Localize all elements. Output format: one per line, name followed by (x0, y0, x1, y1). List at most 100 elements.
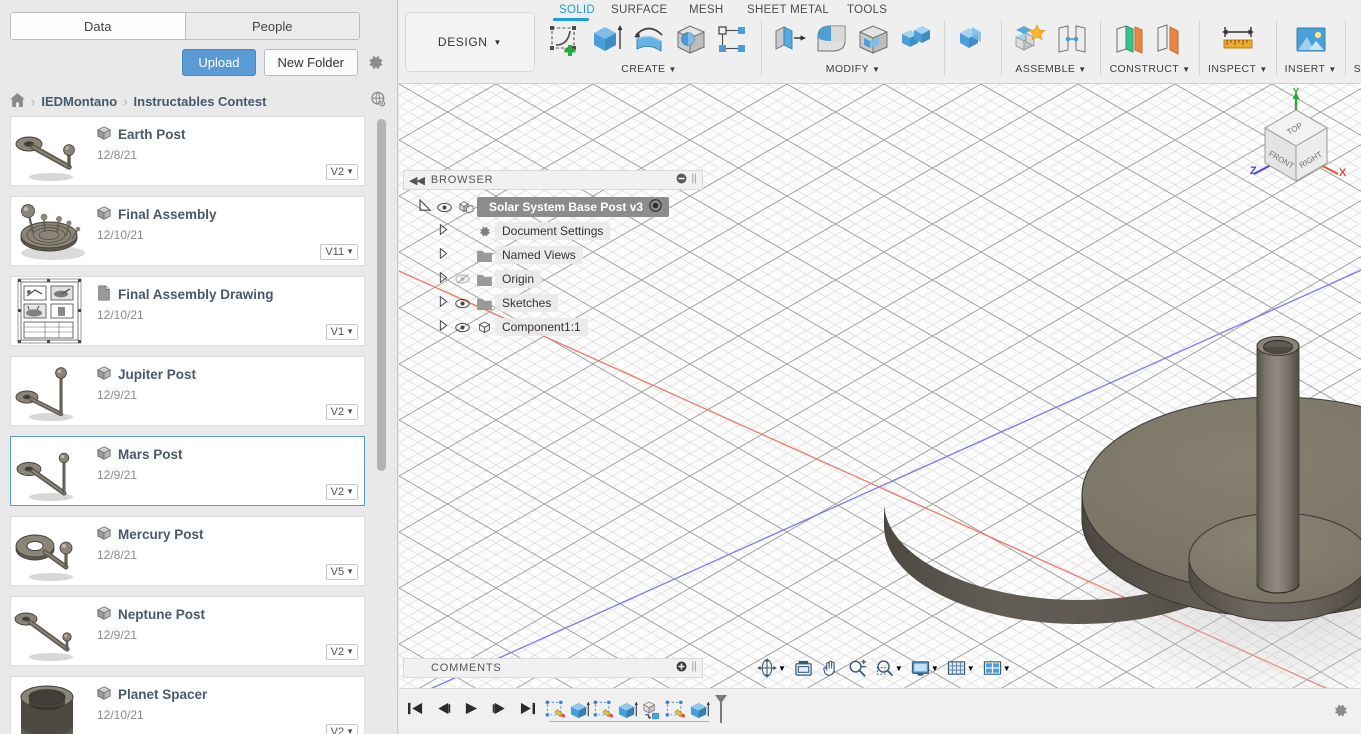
file-card[interactable]: Mars Post 12/9/21 V2 ▼ (10, 436, 365, 506)
browser-tree-node[interactable]: Document Settings (403, 219, 703, 243)
breadcrumb-item-folder[interactable]: Instructables Contest (134, 94, 267, 109)
upload-button[interactable]: Upload (182, 49, 256, 76)
file-card[interactable]: Neptune Post 12/9/21 V2 ▼ (10, 596, 365, 666)
viewports-icon[interactable]: ▼ (980, 657, 1014, 680)
sketch-feature-icon[interactable] (663, 697, 687, 723)
timeline-marker-icon[interactable] (713, 695, 729, 723)
design-workspace-selector[interactable]: DESIGN ▼ (405, 12, 535, 72)
new-component-icon[interactable] (1010, 20, 1050, 60)
3d-canvas[interactable]: ◀◀ BROWSER Solar System Base Post v3 Docu… (399, 84, 1361, 688)
file-version-selector[interactable]: V2 ▼ (325, 164, 358, 180)
file-version-selector[interactable]: V2 ▼ (325, 484, 358, 500)
sketch-feature-icon[interactable] (543, 697, 567, 723)
file-version-selector[interactable]: V11 ▼ (320, 244, 358, 260)
offset-plane-icon[interactable] (1109, 20, 1149, 60)
play-icon[interactable] (463, 701, 480, 716)
visibility-eye-icon[interactable] (451, 298, 473, 309)
browser-tree[interactable]: Solar System Base Post v3 Document Settin… (403, 195, 703, 339)
tree-expand-icon[interactable] (435, 223, 451, 238)
breadcrumb-item-project[interactable]: IEDMontano (41, 94, 117, 109)
hole-icon[interactable] (671, 20, 711, 60)
activate-component-radio[interactable] (649, 199, 662, 215)
ribbon-group-label-insert[interactable]: INSERT ▼ (1285, 63, 1337, 75)
visibility-eye-icon[interactable] (451, 322, 473, 333)
visibility-eye-off-icon[interactable] (451, 273, 473, 285)
zoom-window-icon[interactable]: ▼ (872, 657, 906, 680)
tree-expand-icon[interactable] (435, 247, 451, 262)
ribbon-group-label-construct[interactable]: CONSTRUCT ▼ (1110, 63, 1191, 75)
browser-tree-node[interactable]: Solar System Base Post v3 (403, 195, 703, 219)
workspace-tab-solid[interactable]: SOLID (545, 4, 597, 21)
file-version-selector[interactable]: V2 ▼ (325, 404, 358, 420)
zoom-icon[interactable] (845, 657, 870, 680)
create-sketch-icon[interactable] (545, 20, 585, 60)
file-list-scrollbar-thumb[interactable] (377, 119, 386, 471)
browser-tree-node[interactable]: Named Views (403, 243, 703, 267)
ribbon-group-label-create[interactable]: CREATE ▼ (621, 63, 677, 75)
workspace-tab-sheet-metal[interactable]: SHEET METAL (733, 4, 833, 16)
sketch-feature-icon[interactable] (591, 697, 615, 723)
tree-expand-icon[interactable] (435, 295, 451, 310)
shell-icon[interactable] (854, 20, 894, 60)
extrude-icon[interactable] (587, 20, 627, 60)
tree-expand-collapse-icon[interactable] (417, 198, 433, 215)
revolve-icon[interactable] (629, 20, 669, 60)
view-cube[interactable]: Y Z X TOP FRONT RIGHT (1241, 86, 1351, 206)
pattern-icon[interactable] (713, 20, 753, 60)
measure-icon[interactable] (1218, 20, 1258, 60)
tab-people[interactable]: People (184, 13, 359, 39)
grid-snaps-icon[interactable]: ▼ (944, 657, 978, 680)
add-comment-icon[interactable] (676, 661, 687, 675)
file-version-selector[interactable]: V5 ▼ (325, 564, 358, 580)
file-card[interactable]: Jupiter Post 12/9/21 V2 ▼ (10, 356, 365, 426)
file-version-selector[interactable]: V2 ▼ (325, 724, 358, 734)
grip-icon-comments[interactable] (692, 661, 697, 675)
file-version-selector[interactable]: V2 ▼ (325, 644, 358, 660)
pan-icon[interactable] (818, 657, 843, 680)
browser-node-label[interactable]: Sketches (495, 294, 559, 312)
workspace-tab-tools[interactable]: TOOLS (833, 4, 895, 16)
browser-node-label[interactable]: Named Views (495, 246, 583, 264)
ribbon-group-label-inspect[interactable]: INSPECT ▼ (1208, 63, 1268, 75)
go-to-start-icon[interactable] (407, 701, 424, 716)
extrude-feature-icon[interactable] (567, 697, 591, 723)
file-card[interactable]: Final Assembly Drawing 12/10/21 V1 ▼ (10, 276, 365, 346)
file-list-scrollbar[interactable] (377, 116, 386, 716)
ribbon-group-label-select[interactable]: SELECT▼ (1354, 63, 1361, 75)
insert-image-icon[interactable] (1291, 20, 1331, 60)
plane-angle-icon[interactable] (1151, 20, 1191, 60)
go-to-end-icon[interactable] (519, 701, 536, 716)
tree-expand-icon[interactable] (435, 319, 451, 334)
minimize-icon[interactable] (676, 173, 687, 187)
browser-tree-node[interactable]: Sketches (403, 291, 703, 315)
grip-icon[interactable] (692, 173, 697, 187)
ribbon-group-label-assemble[interactable]: ASSEMBLE ▼ (1015, 63, 1086, 75)
joint-icon[interactable] (1052, 20, 1092, 60)
workspace-tab-surface[interactable]: SURFACE (597, 4, 675, 16)
align-icon[interactable] (953, 20, 993, 60)
collapse-left-icon[interactable]: ◀◀ (409, 174, 425, 187)
step-back-icon[interactable] (435, 701, 452, 716)
extrude-feature-icon[interactable] (615, 697, 639, 723)
globe-icon[interactable] (370, 91, 387, 111)
step-forward-icon[interactable] (491, 701, 508, 716)
display-settings-icon[interactable]: ▼ (908, 657, 942, 680)
component-feature-icon[interactable] (639, 697, 663, 723)
browser-node-label[interactable]: Component1:1 (495, 318, 588, 336)
ribbon-group-label-modify[interactable]: MODIFY ▼ (826, 63, 881, 75)
file-card[interactable]: Final Assembly 12/10/21 V11 ▼ (10, 196, 365, 266)
browser-node-label[interactable]: Solar System Base Post v3 (477, 197, 670, 217)
file-version-selector[interactable]: V1 ▼ (325, 324, 358, 340)
file-list[interactable]: Earth Post 12/8/21 V2 ▼ Final Assembly 1… (10, 116, 365, 734)
timeline-settings-gear-icon[interactable] (1332, 702, 1349, 724)
visibility-eye-icon[interactable] (433, 202, 455, 213)
new-folder-button[interactable]: New Folder (263, 49, 358, 76)
browser-tree-node[interactable]: Component1:1 (403, 315, 703, 339)
combine-icon[interactable] (896, 20, 936, 60)
browser-node-label[interactable]: Document Settings (495, 222, 611, 240)
tab-data[interactable]: Data (11, 13, 185, 39)
extrude-feature-icon[interactable] (687, 697, 711, 723)
file-card[interactable]: Mercury Post 12/8/21 V5 ▼ (10, 516, 365, 586)
file-card[interactable]: Planet Spacer 12/10/21 V2 ▼ (10, 676, 365, 734)
orbit-icon[interactable]: ▼ (754, 656, 789, 680)
